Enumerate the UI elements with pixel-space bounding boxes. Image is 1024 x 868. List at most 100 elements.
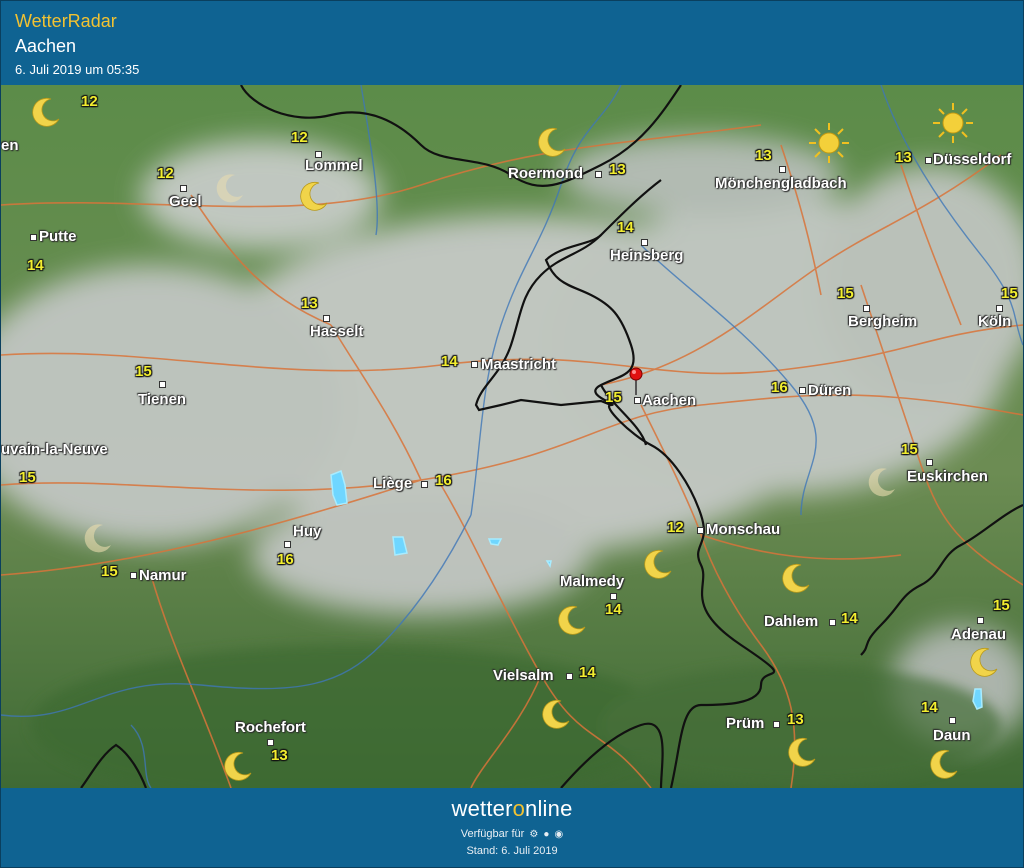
city-dot bbox=[799, 387, 806, 394]
city-label-roermond[interactable]: Roermond bbox=[508, 165, 583, 182]
city-dot bbox=[30, 234, 37, 241]
city-label-edge-top-left: en bbox=[1, 137, 19, 154]
city-dot bbox=[421, 481, 428, 488]
city-label-dahlem[interactable]: Dahlem bbox=[764, 613, 818, 630]
footer: wetteronline Verfügbar für ⚙ ● ◉ Stand: … bbox=[1, 788, 1023, 867]
city-label-hasselt[interactable]: Hasselt bbox=[310, 323, 363, 340]
temp-moenchengladbach: 13 bbox=[755, 147, 772, 164]
sun-icon bbox=[933, 103, 973, 143]
city-dot bbox=[634, 397, 641, 404]
moon-icon bbox=[558, 605, 586, 635]
city-label-heinsberg[interactable]: Heinsberg bbox=[610, 247, 683, 264]
city-label-huy[interactable]: Huy bbox=[293, 523, 321, 540]
moon-icon bbox=[788, 737, 816, 767]
moon-icon bbox=[868, 468, 895, 497]
city-dot bbox=[926, 459, 933, 466]
temp-monschau: 12 bbox=[667, 519, 684, 536]
city-label-edge-left: uvain-la-Neuve bbox=[1, 441, 108, 458]
city-label-koeln[interactable]: Köln bbox=[978, 313, 1011, 330]
city-dot bbox=[284, 541, 291, 548]
city-dot bbox=[130, 572, 137, 579]
temp-lommel: 12 bbox=[291, 129, 308, 146]
availability-line: Verfügbar für ⚙ ● ◉ bbox=[1, 828, 1023, 840]
moon-icon bbox=[84, 524, 111, 553]
temp-daun: 14 bbox=[921, 699, 938, 716]
city-dot bbox=[779, 166, 786, 173]
city-label-putte[interactable]: Putte bbox=[39, 228, 77, 245]
city-label-bergheim[interactable]: Bergheim bbox=[848, 313, 917, 330]
city-label-lommel[interactable]: Lommel bbox=[305, 157, 363, 174]
moon-icon bbox=[32, 97, 60, 127]
temp-euskirchen: 15 bbox=[901, 441, 918, 458]
temp-namur: 15 bbox=[101, 563, 118, 580]
city-dot bbox=[180, 185, 187, 192]
temp-rochefort: 13 bbox=[271, 747, 288, 764]
city-dot bbox=[697, 527, 704, 534]
city-dot bbox=[610, 593, 617, 600]
temp-pruem: 13 bbox=[787, 711, 804, 728]
brand-text: nline bbox=[525, 796, 573, 821]
city-label-liege[interactable]: Liège bbox=[373, 475, 412, 492]
apple-icon[interactable]: ● bbox=[543, 829, 549, 840]
city-dot bbox=[829, 619, 836, 626]
city-dot bbox=[267, 739, 274, 746]
city-dot bbox=[977, 617, 984, 624]
radar-map[interactable]: en uvain-la-Neuve 15 12 12 Lommel 12 Gee… bbox=[1, 85, 1023, 788]
city-label-daun[interactable]: Daun bbox=[933, 727, 971, 744]
data-timestamp: Stand: 6. Juli 2019 bbox=[466, 845, 558, 857]
android-icon[interactable]: ⚙ bbox=[529, 829, 538, 840]
temp-aachen: 15 bbox=[605, 389, 622, 406]
radar-datetime: 6. Juli 2019 um 05:35 bbox=[15, 62, 140, 77]
city-label-dueren[interactable]: Düren bbox=[808, 382, 851, 399]
city-label-moenchengladbach[interactable]: Mönchengladbach bbox=[715, 175, 847, 192]
city-label-maastricht[interactable]: Maastricht bbox=[481, 356, 556, 373]
moon-icon bbox=[782, 563, 810, 593]
temp-maastricht: 14 bbox=[441, 353, 458, 370]
location-name: Aachen bbox=[15, 36, 77, 56]
web-globe-icon[interactable]: ◉ bbox=[555, 829, 564, 840]
temp-bergheim: 15 bbox=[837, 285, 854, 302]
temp-putte: 14 bbox=[27, 257, 44, 274]
location-pin-icon[interactable] bbox=[628, 367, 644, 397]
city-dot bbox=[925, 157, 932, 164]
city-label-malmedy[interactable]: Malmedy bbox=[560, 573, 624, 590]
moon-icon bbox=[216, 174, 243, 203]
city-label-vielsalm[interactable]: Vielsalm bbox=[493, 667, 554, 684]
city-dot bbox=[159, 381, 166, 388]
city-dot bbox=[863, 305, 870, 312]
city-label-aachen[interactable]: Aachen bbox=[642, 392, 696, 409]
city-dot bbox=[773, 721, 780, 728]
brand-logo[interactable]: wetteronline bbox=[1, 796, 1023, 822]
moon-icon bbox=[538, 127, 566, 157]
moon-icon bbox=[224, 751, 252, 781]
city-label-adenau[interactable]: Adenau bbox=[951, 626, 1006, 643]
temp-dahlem: 14 bbox=[841, 610, 858, 627]
temp-tienen: 15 bbox=[135, 363, 152, 380]
city-label-monschau[interactable]: Monschau bbox=[706, 521, 780, 538]
brand-text: wetter bbox=[451, 796, 513, 821]
city-label-euskirchen[interactable]: Euskirchen bbox=[907, 468, 988, 485]
city-dot bbox=[595, 171, 602, 178]
moon-icon bbox=[930, 749, 958, 779]
city-label-tienen[interactable]: Tienen bbox=[138, 391, 186, 408]
availability-text: Verfügbar für bbox=[460, 828, 525, 840]
moon-icon bbox=[970, 647, 998, 677]
city-label-rochefort[interactable]: Rochefort bbox=[235, 719, 306, 736]
city-label-pruem[interactable]: Prüm bbox=[726, 715, 764, 732]
moon-icon bbox=[542, 699, 570, 729]
temp-heinsberg: 14 bbox=[617, 219, 634, 236]
app-title: WetterRadar bbox=[15, 11, 117, 31]
temp-koeln: 15 bbox=[1001, 285, 1018, 302]
temp-adenau: 15 bbox=[993, 597, 1010, 614]
city-dot bbox=[949, 717, 956, 724]
city-label-geel[interactable]: Geel bbox=[169, 193, 202, 210]
header: WetterRadar Aachen 6. Juli 2019 um 05:35 bbox=[1, 1, 1023, 85]
city-dot bbox=[323, 315, 330, 322]
app-window: WetterRadar Aachen 6. Juli 2019 um 05:35 bbox=[0, 0, 1024, 868]
temp-hasselt: 13 bbox=[301, 295, 318, 312]
temp-dueren: 16 bbox=[771, 379, 788, 396]
city-label-duesseldorf[interactable]: Düsseldorf bbox=[933, 151, 1011, 168]
temp-edge-top: 12 bbox=[81, 93, 98, 110]
temp-liege: 16 bbox=[435, 472, 452, 489]
city-label-namur[interactable]: Namur bbox=[139, 567, 187, 584]
